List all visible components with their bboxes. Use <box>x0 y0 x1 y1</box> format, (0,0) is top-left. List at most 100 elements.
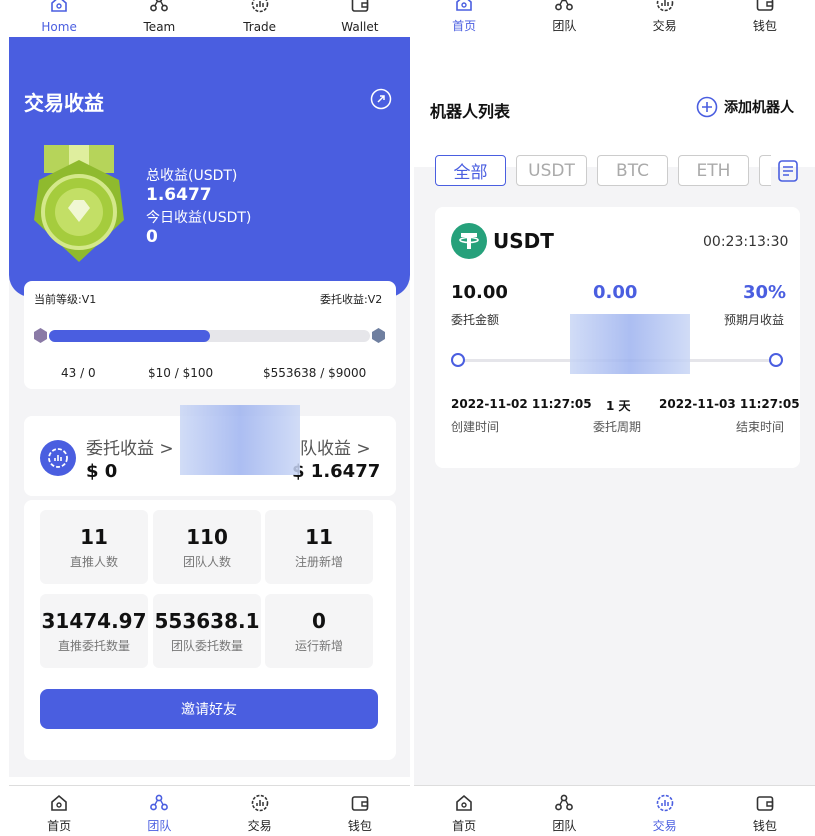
blurred-overlay <box>180 405 300 475</box>
level-badge-icon <box>372 328 385 343</box>
commission-earnings-value: $ 0 <box>86 461 118 482</box>
nav-tab-label: 钱包 <box>752 19 777 33</box>
level-badge-icon <box>34 328 47 343</box>
nav-tab-trade[interactable]: Trade <box>210 0 310 38</box>
nav-tab-team[interactable]: 团队 <box>514 0 614 37</box>
wallet-icon <box>755 0 775 19</box>
timeline-start-dot <box>451 353 465 367</box>
today-label: 今日收益(USDT) <box>146 210 252 226</box>
nav-tab-wallet[interactable]: 钱包 <box>310 786 410 836</box>
nav-tab-label: 团队 <box>552 19 577 33</box>
nav-tab-home[interactable]: 首页 <box>414 786 514 836</box>
stat-value: 553638.1 <box>154 608 260 633</box>
nav-tab-trade[interactable]: 交易 <box>210 786 310 836</box>
robot-countdown: 00:23:13:30 <box>703 234 789 250</box>
level-stat-3: $553638 / $9000 <box>263 366 367 380</box>
stat-label: 团队委托数量 <box>170 638 243 653</box>
nav-tab-team[interactable]: Team <box>109 0 209 38</box>
commission-level: 委托收益:V2 <box>320 293 383 306</box>
commission-earnings-link[interactable]: 委托收益 > <box>86 434 174 459</box>
stat-value: 31474.97 <box>41 608 147 633</box>
team-icon <box>149 793 169 819</box>
nav-tab-label: 团队 <box>552 818 577 833</box>
team-icon <box>149 0 169 20</box>
nav-tab-wallet[interactable]: 钱包 <box>715 0 815 37</box>
nav-tab-label: Trade <box>243 20 277 34</box>
add-robot-label: 添加机器人 <box>724 100 794 116</box>
timeline-end-dot <box>769 353 783 367</box>
nav-tab-label: 团队 <box>147 818 172 833</box>
current-level: 当前等级:V1 <box>34 293 97 306</box>
robot-end-label: 结束时间 <box>736 420 785 434</box>
stat-value: 0 <box>312 608 326 633</box>
nav-tab-label: 钱包 <box>347 818 372 833</box>
robot-period-label: 委托周期 <box>593 420 642 434</box>
nav-tab-label: 交易 <box>247 818 272 833</box>
trade-icon <box>40 440 76 476</box>
today-value: 0 <box>146 227 158 247</box>
right-top-nav: 首页 团队 交易 钱包 <box>414 0 815 38</box>
medal-icon <box>24 140 134 265</box>
home-icon <box>49 0 69 20</box>
total-label: 总收益(USDT) <box>146 168 238 184</box>
trade-icon <box>250 793 270 819</box>
nav-tab-home[interactable]: 首页 <box>9 786 109 836</box>
wallet-icon <box>350 0 370 20</box>
robot-start-time: 2022-11-02 11:27:05 <box>451 397 592 411</box>
filter-usdt[interactable]: USDT <box>516 155 587 186</box>
level-stat-2: $10 / $100 <box>148 366 214 380</box>
total-value: 1.6477 <box>146 185 212 205</box>
nav-tab-label: Wallet <box>341 20 379 34</box>
robot-amount: 10.00 <box>451 282 508 303</box>
filter-all[interactable]: 全部 <box>435 155 506 186</box>
nav-tab-team[interactable]: 团队 <box>514 786 614 836</box>
stat-label: 团队人数 <box>182 554 231 569</box>
robot-end-time: 2022-11-03 11:27:05 <box>659 397 800 411</box>
robot-profit: 0.00 <box>593 282 638 303</box>
wallet-icon <box>350 793 370 819</box>
nav-tab-home[interactable]: 首页 <box>414 0 514 37</box>
nav-tab-wallet[interactable]: Wallet <box>310 0 410 38</box>
stat-label: 直推人数 <box>69 554 118 569</box>
filter-btc[interactable]: BTC <box>597 155 668 186</box>
invite-friends-button[interactable]: 邀请好友 <box>40 689 378 729</box>
right-bottom-nav: 首页 团队 交易 钱包 <box>414 785 815 836</box>
add-robot-button[interactable]: 添加机器人 <box>696 96 794 118</box>
nav-tab-home[interactable]: Home <box>9 0 109 38</box>
robot-monthly: 30% <box>743 282 787 303</box>
nav-tab-team[interactable]: 团队 <box>109 786 209 836</box>
nav-tab-trade[interactable]: 交易 <box>615 0 715 37</box>
home-icon <box>454 0 474 19</box>
stat-value: 11 <box>305 524 333 549</box>
nav-tab-label: 钱包 <box>752 818 777 833</box>
nav-tab-label: 首页 <box>452 818 477 833</box>
robot-list-title: 机器人列表 <box>430 102 511 121</box>
trade-icon <box>655 0 675 19</box>
stat-value: 110 <box>186 524 228 549</box>
stat-cell: 0 运行新增 <box>265 594 373 668</box>
stat-label: 注册新增 <box>294 554 343 569</box>
filter-more[interactable] <box>759 155 771 186</box>
stat-label: 直推委托数量 <box>57 638 130 653</box>
nav-tab-label: Home <box>41 20 77 34</box>
blurred-overlay <box>570 314 690 374</box>
filter-eth[interactable]: ETH <box>678 155 749 186</box>
trade-icon <box>655 793 675 819</box>
stat-cell: 11 直推人数 <box>40 510 148 584</box>
level-progress-fill <box>49 330 210 342</box>
robot-monthly-label: 预期月收益 <box>724 313 785 327</box>
team-earnings-link[interactable]: 队收益 > <box>300 434 371 459</box>
nav-tab-label: 交易 <box>652 19 677 33</box>
stat-cell: 31474.97 直推委托数量 <box>40 594 148 668</box>
nav-tab-wallet[interactable]: 钱包 <box>715 786 815 836</box>
stat-cell: 110 团队人数 <box>153 510 261 584</box>
left-top-nav: Home Team Trade Wallet <box>9 0 410 38</box>
level-stat-1: 43 / 0 <box>61 366 96 380</box>
rocket-icon[interactable] <box>370 88 392 110</box>
plus-circle-icon <box>696 96 718 118</box>
list-icon[interactable] <box>778 160 798 182</box>
nav-tab-trade[interactable]: 交易 <box>615 786 715 836</box>
team-earnings-value: $ 1.6477 <box>292 461 381 482</box>
tether-icon <box>451 223 487 259</box>
nav-tab-label: 交易 <box>652 818 677 833</box>
